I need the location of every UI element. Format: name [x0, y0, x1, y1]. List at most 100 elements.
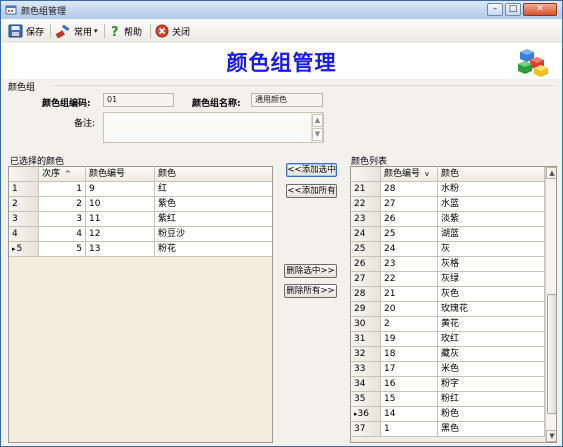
code-cell[interactable]: 22 [381, 272, 438, 287]
row-header[interactable]: 2 [9, 197, 39, 212]
color-cell[interactable]: 灰 [438, 242, 545, 257]
row-header[interactable]: 34 [351, 377, 381, 392]
code-cell[interactable]: 9 [86, 182, 155, 197]
color-cell[interactable]: 粉字 [438, 377, 545, 392]
row-header[interactable]: 26 [351, 257, 381, 272]
code-cell[interactable]: 15 [381, 392, 438, 407]
code-cell[interactable]: 24 [381, 242, 438, 257]
color-cell[interactable]: 水蓝 [438, 197, 545, 212]
col-header-order[interactable]: 次序 ^ [39, 167, 86, 182]
code-cell[interactable]: 28 [381, 182, 438, 197]
order-cell[interactable]: 5 [39, 242, 86, 257]
color-cell[interactable]: 粉豆沙 [155, 227, 272, 242]
row-header[interactable]: 29 [351, 302, 381, 317]
row-header[interactable]: 30 [351, 317, 381, 332]
scrollbar-thumb[interactable] [547, 294, 556, 415]
code-cell[interactable]: 12 [86, 227, 155, 242]
order-cell[interactable]: 1 [39, 182, 86, 197]
col-header-code[interactable]: 颜色编号 v [381, 167, 438, 182]
color-cell[interactable]: 黑色 [438, 422, 545, 437]
code-cell[interactable]: 27 [381, 197, 438, 212]
col-header-color[interactable]: 颜色 [155, 167, 272, 182]
color-cell[interactable]: 湖蓝 [438, 227, 545, 242]
remove-all-button[interactable]: 删除所有>> [284, 284, 337, 298]
row-header[interactable]: ▸36 [351, 407, 381, 422]
scroll-up-icon[interactable]: ▲ [546, 167, 556, 179]
row-header[interactable]: 21 [351, 182, 381, 197]
code-cell[interactable]: 16 [381, 377, 438, 392]
row-header[interactable]: 27 [351, 272, 381, 287]
row-header[interactable]: 24 [351, 227, 381, 242]
row-header[interactable]: 37 [351, 422, 381, 437]
code-cell[interactable]: 18 [381, 347, 438, 362]
col-header-color[interactable]: 颜色 [438, 167, 545, 182]
code-cell[interactable]: 23 [381, 257, 438, 272]
common-menu-button[interactable]: 常用 ▾ [55, 23, 98, 39]
row-header[interactable]: 4 [9, 227, 39, 242]
scroll-down-icon[interactable]: ▼ [312, 128, 323, 141]
row-header[interactable]: 25 [351, 242, 381, 257]
code-cell[interactable]: 21 [381, 287, 438, 302]
color-cell[interactable]: 粉花 [155, 242, 272, 257]
close-button[interactable]: 关闭 [155, 23, 190, 39]
color-cell[interactable]: 灰色 [438, 287, 545, 302]
code-cell[interactable]: 10 [86, 197, 155, 212]
window-close-button[interactable]: ✕ [523, 3, 557, 16]
row-header[interactable]: 1 [9, 182, 39, 197]
color-cell[interactable]: 紫红 [155, 212, 272, 227]
row-header[interactable]: 3 [9, 212, 39, 227]
add-selected-button[interactable]: <<添加选中 [286, 163, 337, 177]
row-header[interactable]: 32 [351, 347, 381, 362]
remark-scrollbar[interactable]: ▲ ▼ [311, 113, 323, 142]
list-scrollbar[interactable]: ▲ ▼ [545, 167, 556, 442]
row-header[interactable]: 31 [351, 332, 381, 347]
color-cell[interactable]: 水粉 [438, 182, 545, 197]
name-field[interactable]: 通用颜色 [251, 93, 323, 107]
help-button[interactable]: ? 帮助 [109, 23, 142, 39]
color-cell[interactable]: 淡紫 [438, 212, 545, 227]
row-header[interactable]: 28 [351, 287, 381, 302]
code-cell[interactable]: 17 [381, 362, 438, 377]
order-cell[interactable]: 4 [39, 227, 86, 242]
minimize-button[interactable]: – [487, 3, 503, 16]
remark-field[interactable]: ▲ ▼ [103, 112, 324, 143]
color-cell[interactable]: 玫红 [438, 332, 545, 347]
code-cell[interactable]: 13 [86, 242, 155, 257]
code-cell[interactable]: 20 [381, 302, 438, 317]
row-header[interactable]: 23 [351, 212, 381, 227]
col-header-code[interactable]: 颜色编号 [86, 167, 155, 182]
order-cell[interactable]: 3 [39, 212, 86, 227]
order-cell[interactable]: 2 [39, 197, 86, 212]
row-header[interactable]: 33 [351, 362, 381, 377]
code-cell[interactable]: 26 [381, 212, 438, 227]
code-cell[interactable]: 19 [381, 332, 438, 347]
row-header[interactable]: 22 [351, 197, 381, 212]
row-header[interactable]: ▸5 [9, 242, 39, 257]
color-cell[interactable]: 灰绿 [438, 272, 545, 287]
common-icon [55, 24, 70, 38]
color-cell[interactable]: 藏灰 [438, 347, 545, 362]
code-cell[interactable]: 1 [381, 422, 438, 437]
color-cell[interactable]: 玫瑰花 [438, 302, 545, 317]
color-list-grid[interactable]: 颜色编号 v 颜色 21 28 水粉 22 27 水蓝 23 26 淡紫 24 25 湖蓝 25 24 灰 2… [350, 166, 557, 443]
scroll-up-icon[interactable]: ▲ [312, 114, 323, 127]
add-all-button[interactable]: <<添加所有 [286, 184, 337, 198]
maximize-button[interactable]: □ [505, 3, 521, 16]
color-cell[interactable]: 米色 [438, 362, 545, 377]
code-cell[interactable]: 2 [381, 317, 438, 332]
color-cell[interactable]: 黄花 [438, 317, 545, 332]
color-cell[interactable]: 灰格 [438, 257, 545, 272]
save-button[interactable]: 保存 [8, 23, 44, 39]
code-cell[interactable]: 14 [381, 407, 438, 422]
scroll-down-icon[interactable]: ▼ [546, 430, 556, 442]
remove-selected-button[interactable]: 删除选中>> [284, 264, 337, 278]
selected-colors-grid[interactable]: 次序 ^ 颜色编号 颜色 1 1 9 红 2 2 10 紫色 3 3 11 紫红 4 4 12 粉豆沙 ▸5 5 1… [8, 166, 273, 443]
color-cell[interactable]: 红 [155, 182, 272, 197]
color-cell[interactable]: 粉红 [438, 392, 545, 407]
code-cell[interactable]: 25 [381, 227, 438, 242]
color-cell[interactable]: 紫色 [155, 197, 272, 212]
color-cell[interactable]: 粉色 [438, 407, 545, 422]
row-header[interactable]: 35 [351, 392, 381, 407]
code-field[interactable]: 01 [103, 93, 174, 107]
code-cell[interactable]: 11 [86, 212, 155, 227]
